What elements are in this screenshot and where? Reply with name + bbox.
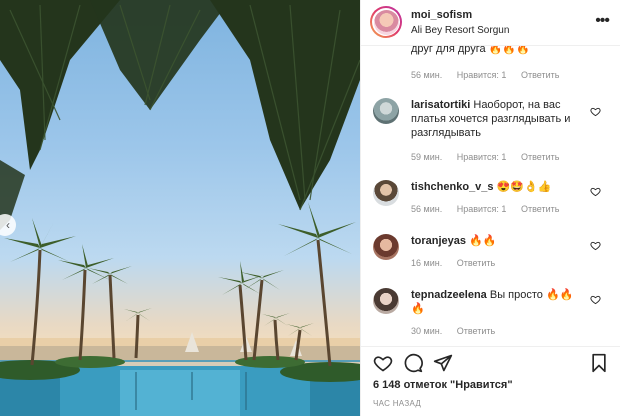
comment-likes[interactable]: Нравится: 1 [457,70,507,80]
comment-meta: 30 мин. Ответить [411,326,507,336]
commenter-username[interactable]: tishchenko_v_s [411,181,494,193]
comment-time: 16 мин. [411,258,443,268]
comment-bubble-icon[interactable] [403,353,423,373]
author-avatar[interactable] [370,6,402,38]
comment-reply-button[interactable]: Ответить [457,258,495,268]
comment-reply-button[interactable]: Ответить [521,70,559,80]
comment-text: друг для друга 🔥🔥🔥 [411,46,530,55]
post-timestamp: ЧАС НАЗАД [373,399,422,408]
comment-meta: 56 мин. Нравится: 1 Ответить [411,70,571,80]
post-sidebar: moi_sofism Ali Bey Resort Sorgun ••• дру… [360,0,620,416]
share-send-icon[interactable] [433,353,453,373]
comment-meta: 59 мин. Нравится: 1 Ответить [411,152,571,162]
like-comment-heart-icon[interactable] [590,186,601,197]
comments-list: друг для друга 🔥🔥🔥 56 мин. Нравится: 1 О… [361,46,620,346]
like-comment-heart-icon[interactable] [590,294,601,305]
comment-text: 😍🤩👌👍 [496,181,552,193]
comment-time: 56 мин. [411,70,443,80]
comment-meta: 56 мин. Нравится: 1 Ответить [411,204,571,214]
likes-count[interactable]: 6 148 отметок "Нравится" [373,379,513,391]
commenter-avatar[interactable] [373,98,399,124]
comment-reply-button[interactable]: Ответить [457,326,495,336]
commenter-avatar[interactable] [373,288,399,314]
post-header: moi_sofism Ali Bey Resort Sorgun ••• [361,0,620,46]
comment-likes[interactable]: Нравится: 1 [457,152,507,162]
resort-scene [0,0,360,416]
author-username[interactable]: moi_sofism [411,9,472,21]
comment-likes[interactable]: Нравится: 1 [457,204,507,214]
commenter-avatar[interactable] [373,180,399,206]
comment-text: 🔥🔥 [469,235,497,247]
bookmark-icon[interactable] [589,353,609,373]
comment-time: 30 мин. [411,326,443,336]
comment-reply-button[interactable]: Ответить [521,204,559,214]
like-comment-heart-icon[interactable] [590,240,601,251]
more-horizontal-icon[interactable]: ••• [595,12,610,30]
post-location[interactable]: Ali Bey Resort Sorgun [411,25,509,36]
comment-meta: 16 мин. Ответить [411,258,507,268]
commenter-username[interactable]: larisatortiki [411,99,470,111]
post-photo[interactable]: ‹ [0,0,360,416]
post-actions: 6 148 отметок "Нравится" ЧАС НАЗАД [361,346,620,416]
comment-time: 56 мин. [411,204,443,214]
comment-reply-button[interactable]: Ответить [521,152,559,162]
like-heart-icon[interactable] [373,353,393,373]
like-comment-heart-icon[interactable] [590,106,601,117]
commenter-avatar[interactable] [373,234,399,260]
commenter-username[interactable]: tepnadzeelena [411,289,487,301]
comment-time: 59 мин. [411,152,443,162]
commenter-username[interactable]: toranjeyas [411,235,466,247]
